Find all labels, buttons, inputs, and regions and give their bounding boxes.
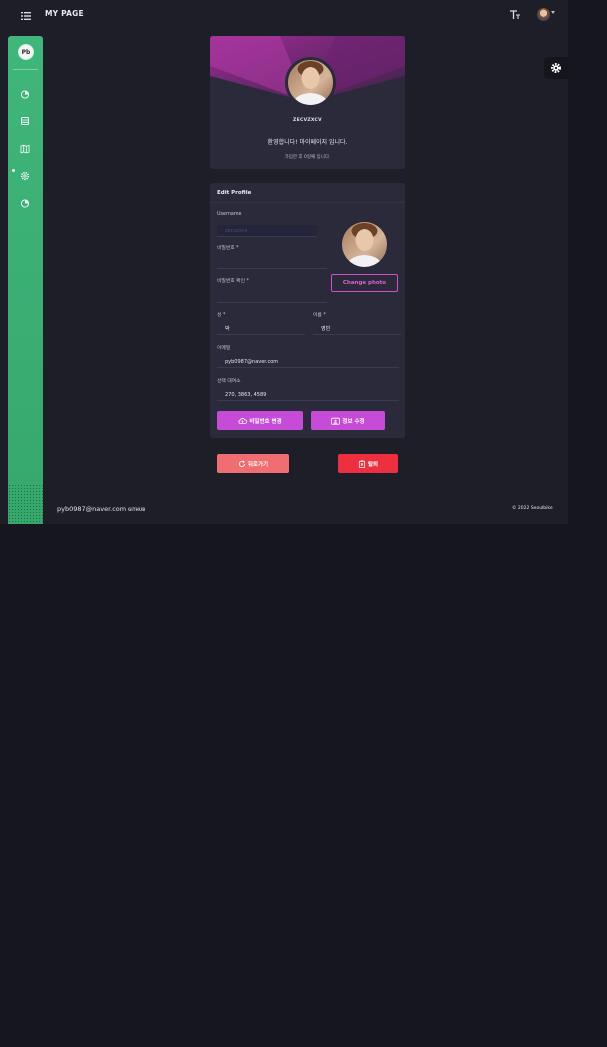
- password-confirm-input[interactable]: [217, 291, 327, 303]
- change-password-label: 비밀번호 변경: [249, 418, 282, 425]
- profile-card: ZECVZXCV 환영합니다! 마이페이지 입니다. 가입한 후 0일째 입니다…: [210, 36, 405, 169]
- password-confirm-label: 비밀번호 확인 *: [217, 279, 249, 284]
- footer-email: pyb0987@naver.com: [57, 505, 127, 513]
- gear-icon[interactable]: [20, 166, 30, 181]
- cloud-upload-icon: [238, 417, 248, 424]
- database-icon[interactable]: [20, 111, 30, 125]
- user-avatar[interactable]: [537, 8, 550, 21]
- withdraw-button[interactable]: 탈퇴: [338, 454, 398, 473]
- id-card-icon: [331, 417, 341, 425]
- text-size-icon[interactable]: [508, 7, 522, 21]
- first-name-input[interactable]: [313, 323, 401, 335]
- active-indicator: [12, 169, 15, 172]
- email-label: 이메일: [217, 346, 231, 351]
- email-input[interactable]: [217, 356, 399, 368]
- welcome-text: 환영합니다! 마이페이지 입니다.: [267, 139, 348, 146]
- app-window: MY PAGE Pb ZECVZXCV 환영합니다! 마이페이지 입니다. 가입…: [0, 0, 568, 524]
- chart-pie-icon[interactable]: [20, 84, 30, 99]
- password-input[interactable]: [217, 257, 327, 269]
- sidebar-divider: [13, 69, 38, 70]
- username-label: Username: [217, 212, 242, 217]
- github-link[interactable]: GITHUB: [128, 507, 145, 512]
- profile-avatar: [285, 57, 336, 108]
- back-button[interactable]: 뒤로가기: [217, 454, 289, 473]
- app-logo[interactable]: Pb: [18, 44, 34, 60]
- profile-username: ZECVZXCV: [293, 118, 322, 123]
- update-info-label: 정보 수정: [342, 418, 365, 425]
- change-password-button[interactable]: 비밀번호 변경: [217, 411, 303, 430]
- station-label: 선택 대여소: [217, 379, 241, 384]
- edit-profile-card: Edit Profile Username 비밀번호 * 비밀번호 확인 * C…: [210, 183, 405, 438]
- sidebar-pattern: [8, 484, 43, 524]
- username-input[interactable]: [217, 225, 317, 237]
- edit-profile-avatar: [342, 222, 387, 267]
- page-title: MY PAGE: [45, 9, 84, 18]
- sidebar: Pb: [8, 36, 43, 524]
- settings-button[interactable]: [544, 57, 568, 79]
- last-name-input[interactable]: [217, 323, 305, 335]
- last-name-label: 성 *: [217, 313, 226, 318]
- back-button-label: 뒤로가기: [247, 461, 269, 468]
- top-navbar: MY PAGE: [0, 0, 568, 30]
- edit-profile-title: Edit Profile: [217, 190, 252, 196]
- joined-days-text: 가입한 후 0일째 입니다.: [284, 155, 331, 160]
- edit-profile-divider: [210, 202, 405, 203]
- first-name-label: 이름 *: [313, 313, 326, 318]
- clipboard-x-icon: [358, 460, 366, 468]
- gear-icon: [551, 63, 561, 73]
- chart-pie-icon[interactable]: [20, 193, 30, 208]
- copyright-text: © 2022 Seoulbike: [512, 506, 553, 511]
- update-info-button[interactable]: 정보 수정: [311, 411, 385, 430]
- password-label: 비밀번호 *: [217, 246, 239, 251]
- withdraw-button-label: 탈퇴: [367, 461, 379, 468]
- refresh-icon: [238, 460, 245, 467]
- map-icon[interactable]: [20, 139, 30, 154]
- change-photo-button[interactable]: Change photo: [331, 274, 398, 292]
- station-input[interactable]: [217, 389, 399, 401]
- chevron-down-icon[interactable]: [551, 11, 555, 14]
- menu-toggle-icon[interactable]: [19, 8, 33, 22]
